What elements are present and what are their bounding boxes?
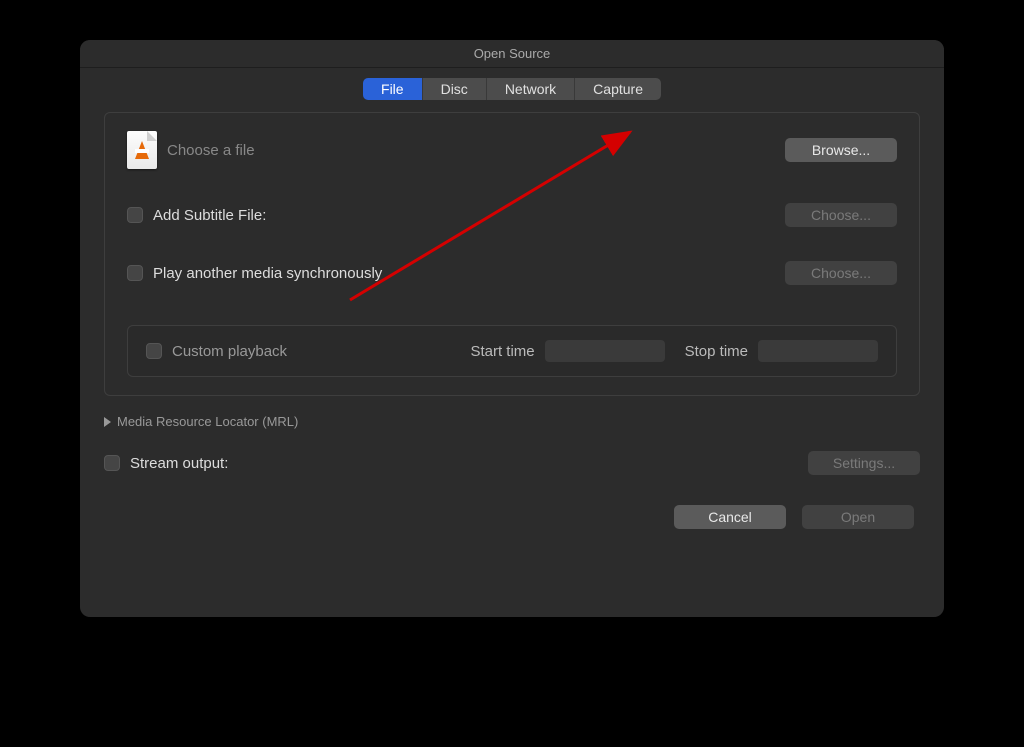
mrl-disclosure[interactable]: Media Resource Locator (MRL) [104, 414, 920, 429]
start-time-input[interactable] [545, 340, 665, 362]
custom-playback-inset: Custom playback Start time Stop time [127, 325, 897, 377]
stream-output-checkbox[interactable] [104, 455, 120, 471]
browse-button[interactable]: Browse... [785, 138, 897, 162]
vlc-file-icon [127, 131, 157, 169]
content-area: File Disc Network Capture Choose a file … [80, 78, 944, 529]
stream-settings-button[interactable]: Settings... [808, 451, 920, 475]
tab-network[interactable]: Network [486, 78, 574, 100]
open-button[interactable]: Open [802, 505, 914, 529]
subtitle-label: Add Subtitle File: [153, 207, 266, 224]
sync-media-choose-button[interactable]: Choose... [785, 261, 897, 285]
file-panel: Choose a file Browse... Add Subtitle Fil… [104, 112, 920, 396]
stop-time-input[interactable] [758, 340, 878, 362]
custom-playback-label: Custom playback [172, 343, 287, 360]
tab-disc[interactable]: Disc [422, 78, 486, 100]
titlebar: Open Source [80, 40, 944, 68]
cancel-button[interactable]: Cancel [674, 505, 786, 529]
sync-media-label: Play another media synchronously [153, 265, 382, 282]
choose-file-placeholder: Choose a file [167, 142, 255, 159]
start-time-label: Start time [470, 343, 534, 360]
subtitle-row: Add Subtitle File: Choose... [127, 203, 897, 227]
stream-output-row: Stream output: Settings... [104, 451, 920, 475]
sync-media-checkbox[interactable] [127, 265, 143, 281]
stop-time-label: Stop time [685, 343, 748, 360]
sync-media-row: Play another media synchronously Choose.… [127, 261, 897, 285]
tab-file[interactable]: File [363, 78, 422, 100]
subtitle-checkbox[interactable] [127, 207, 143, 223]
source-tabs: File Disc Network Capture [104, 78, 920, 100]
open-source-window: Open Source File Disc Network Capture Ch… [80, 40, 944, 617]
tab-capture[interactable]: Capture [574, 78, 661, 100]
disclosure-triangle-icon [104, 417, 111, 427]
window-title: Open Source [474, 46, 551, 61]
stream-output-label: Stream output: [130, 455, 228, 472]
choose-file-row: Choose a file Browse... [127, 131, 897, 169]
dialog-footer: Cancel Open [104, 505, 920, 529]
mrl-label: Media Resource Locator (MRL) [117, 414, 298, 429]
subtitle-choose-button[interactable]: Choose... [785, 203, 897, 227]
custom-playback-checkbox[interactable] [146, 343, 162, 359]
